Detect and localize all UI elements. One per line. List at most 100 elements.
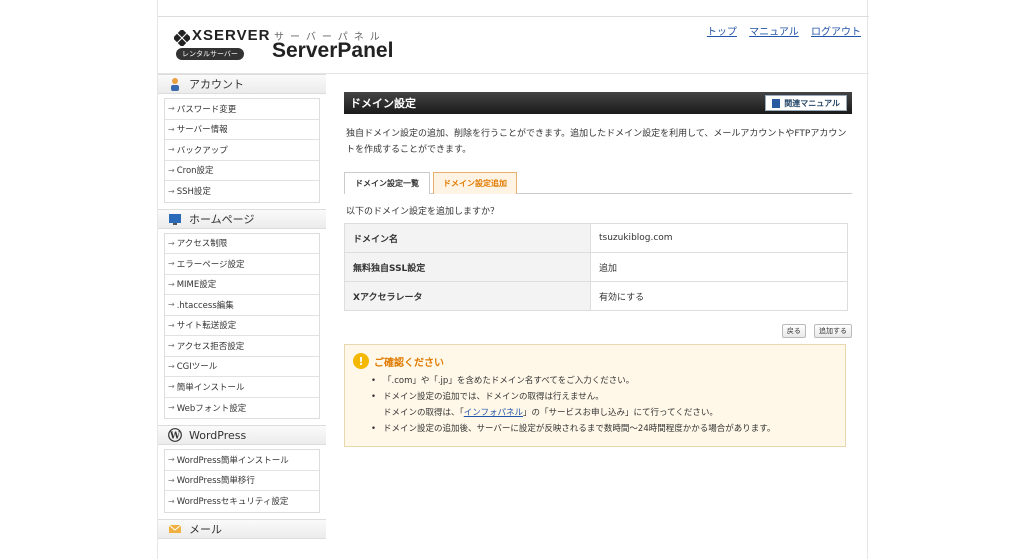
sidebar-item-label: Cron設定 <box>176 166 214 177</box>
arrow-right-icon: → <box>168 361 175 371</box>
action-buttons: 戻る 追加する <box>344 318 852 338</box>
brand-sub: レンタルサーバー <box>176 48 244 60</box>
sidebar-item[interactable]: → 簡単インストール <box>165 377 319 398</box>
sidebar-item[interactable]: → WordPress簡単移行 <box>165 471 319 491</box>
xserver-logo-icon <box>174 30 190 46</box>
svg-text:W: W <box>169 431 181 441</box>
sidebar-item[interactable]: → SSH設定 <box>165 181 319 202</box>
sidebar-section-header: メール <box>158 518 326 539</box>
sidebar-item-label: MIME設定 <box>176 280 217 291</box>
arrow-right-icon: → <box>168 165 175 175</box>
tab-domain-add[interactable]: ドメイン設定追加 <box>433 172 517 194</box>
sidebar-item[interactable]: → WordPressセキュリティ設定 <box>165 491 319 512</box>
sidebar-item[interactable]: → エラーページ設定 <box>165 254 319 275</box>
arrow-right-icon: → <box>168 455 175 465</box>
arrow-right-icon: → <box>168 279 175 289</box>
brand-name: XSERVER <box>192 27 271 44</box>
sidebar-section-list: → パスワード変更 → サーバー情報 → バックアップ → Cron設定 → SSH設定 <box>164 98 320 203</box>
sidebar-item-label: パスワード変更 <box>176 104 237 115</box>
table-value: 追加 <box>590 252 848 282</box>
notice-item: ドメインの取得は、「インフォパネル」の「サービスお申し込み」にて行ってください。 <box>371 405 775 421</box>
sidebar-item[interactable]: → サイト転送設定 <box>165 316 319 336</box>
arrow-right-icon: → <box>168 496 175 506</box>
notice-box: ! ご確認ください 「.com」や「.jp」を含めたドメイン名すべてをご入力くだ… <box>344 344 846 447</box>
sidebar-item-label: .htaccess編集 <box>176 300 234 311</box>
arrow-right-icon: → <box>168 382 175 392</box>
sidebar-item-label: SSH設定 <box>176 187 211 198</box>
page-title-bar: ドメイン設定 関連マニュアル <box>344 92 852 114</box>
infopanel-link[interactable]: インフォパネル <box>464 408 523 418</box>
main-content: ドメイン設定 関連マニュアル 独自ドメイン設定の追加、削除を行うことができます。… <box>344 92 852 447</box>
arrow-right-icon: → <box>168 124 175 134</box>
tab-domain-list[interactable]: ドメイン設定一覧 <box>344 172 430 194</box>
sidebar-item[interactable]: → WordPress簡単インストール <box>165 450 319 471</box>
notice-header: ! ご確認ください <box>353 353 444 369</box>
sidebar-item[interactable]: → Cron設定 <box>165 161 319 181</box>
description: 独自ドメイン設定の追加、削除を行うことができます。追加したドメイン設定を利用して… <box>346 129 847 155</box>
sidebar-section-title: WordPress <box>189 428 247 442</box>
sidebar-item-label: サーバー情報 <box>176 125 228 136</box>
header: XSERVER レンタルサーバー サーバーパネル ServerPanel トップ… <box>158 16 869 74</box>
sidebar-item[interactable]: → バックアップ <box>165 140 319 161</box>
sidebar-section-list: → WordPress簡単インストール → WordPress簡単移行 → WordPre… <box>164 449 320 513</box>
sidebar-section-title: ホームページ <box>189 212 255 226</box>
sidebar-item-label: バックアップ <box>176 145 228 156</box>
person-icon <box>168 77 182 91</box>
sidebar-item[interactable]: → アクセス制限 <box>165 234 319 254</box>
warning-icon: ! <box>353 353 369 369</box>
logout-link[interactable]: ログアウト <box>811 27 861 38</box>
table-key: ドメイン名 <box>344 223 591 253</box>
table-key: Xアクセラレータ <box>344 281 591 311</box>
notice-text: 」の「サービスお申し込み」にて行ってください。 <box>523 408 718 418</box>
monitor-icon <box>168 212 182 226</box>
add-button[interactable]: 追加する <box>814 324 852 338</box>
manual-link[interactable]: マニュアル <box>749 27 799 38</box>
sidebar-item[interactable]: → パスワード変更 <box>165 99 319 120</box>
confirm-table: ドメイン名 tsuzukiblog.com 無料独自SSL設定 追加 Xアクセラ… <box>344 223 848 311</box>
arrow-right-icon: → <box>168 403 175 413</box>
arrow-right-icon: → <box>168 186 175 196</box>
table-row: ドメイン名 tsuzukiblog.com <box>344 223 848 253</box>
sidebar: アカウント → パスワード変更 → サーバー情報 → バックアップ → Cron設定 → SSH設定… <box>158 74 326 539</box>
top-link[interactable]: トップ <box>707 27 737 38</box>
related-manual-label: 関連マニュアル <box>784 98 840 108</box>
sidebar-section-title: メール <box>189 522 222 536</box>
sidebar-item[interactable]: → CGIツール <box>165 357 319 377</box>
sidebar-item-label: サイト転送設定 <box>176 321 237 332</box>
sidebar-section-header: アカウント <box>158 74 326 94</box>
sidebar-item[interactable]: → サーバー情報 <box>165 120 319 140</box>
table-value: tsuzukiblog.com <box>590 223 848 253</box>
sidebar-section-header: ホームページ <box>158 208 326 229</box>
arrow-right-icon: → <box>168 475 175 485</box>
sidebar-item[interactable]: → アクセス拒否設定 <box>165 336 319 357</box>
page-frame: XSERVER レンタルサーバー サーバーパネル ServerPanel トップ… <box>157 0 869 559</box>
wordpress-icon: W <box>168 428 182 442</box>
table-key: 無料独自SSL設定 <box>344 252 591 282</box>
sidebar-item-label: WordPress簡単インストール <box>176 455 289 466</box>
panel-title: ServerPanel <box>272 39 394 62</box>
sidebar-item-label: WordPress簡単移行 <box>176 476 255 487</box>
arrow-right-icon: → <box>168 300 175 310</box>
notice-text: ドメインの取得は、「 <box>383 408 464 418</box>
notice-item: 「.com」や「.jp」を含めたドメイン名すべてをご入力ください。 <box>371 373 775 389</box>
table-row: 無料独自SSL設定 追加 <box>344 252 848 282</box>
tab-bar: ドメイン設定一覧 ドメイン設定追加 <box>344 172 852 194</box>
top-links: トップ マニュアル ログアウト <box>698 23 861 38</box>
notice-item: ドメイン設定の追加では、ドメインの取得は行えません。 <box>371 389 775 405</box>
sidebar-item[interactable]: → Webフォント設定 <box>165 398 319 419</box>
book-icon <box>772 98 781 108</box>
sidebar-item[interactable]: → MIME設定 <box>165 275 319 295</box>
sidebar-item-label: WordPressセキュリティ設定 <box>176 497 289 508</box>
table-value: 有効にする <box>590 281 848 311</box>
notice-list: 「.com」や「.jp」を含めたドメイン名すべてをご入力ください。 ドメイン設定… <box>371 373 775 437</box>
arrow-right-icon: → <box>168 238 175 248</box>
sidebar-section-list: → アクセス制限 → エラーページ設定 → MIME設定 → .htaccess編集 → サイト転… <box>164 232 320 419</box>
notice-item: ドメイン設定の追加後、サーバーに設定が反映されるまで数時間〜24時間程度かかる場… <box>371 421 775 437</box>
sidebar-item[interactable]: → .htaccess編集 <box>165 295 319 316</box>
confirm-question: 以下のドメイン設定を追加しますか？ <box>346 207 500 217</box>
arrow-right-icon: → <box>168 320 175 330</box>
back-button[interactable]: 戻る <box>781 324 806 338</box>
sidebar-item-label: エラーページ設定 <box>176 259 245 270</box>
related-manual-button[interactable]: 関連マニュアル <box>765 95 847 111</box>
sidebar-item-label: 簡単インストール <box>176 382 245 393</box>
